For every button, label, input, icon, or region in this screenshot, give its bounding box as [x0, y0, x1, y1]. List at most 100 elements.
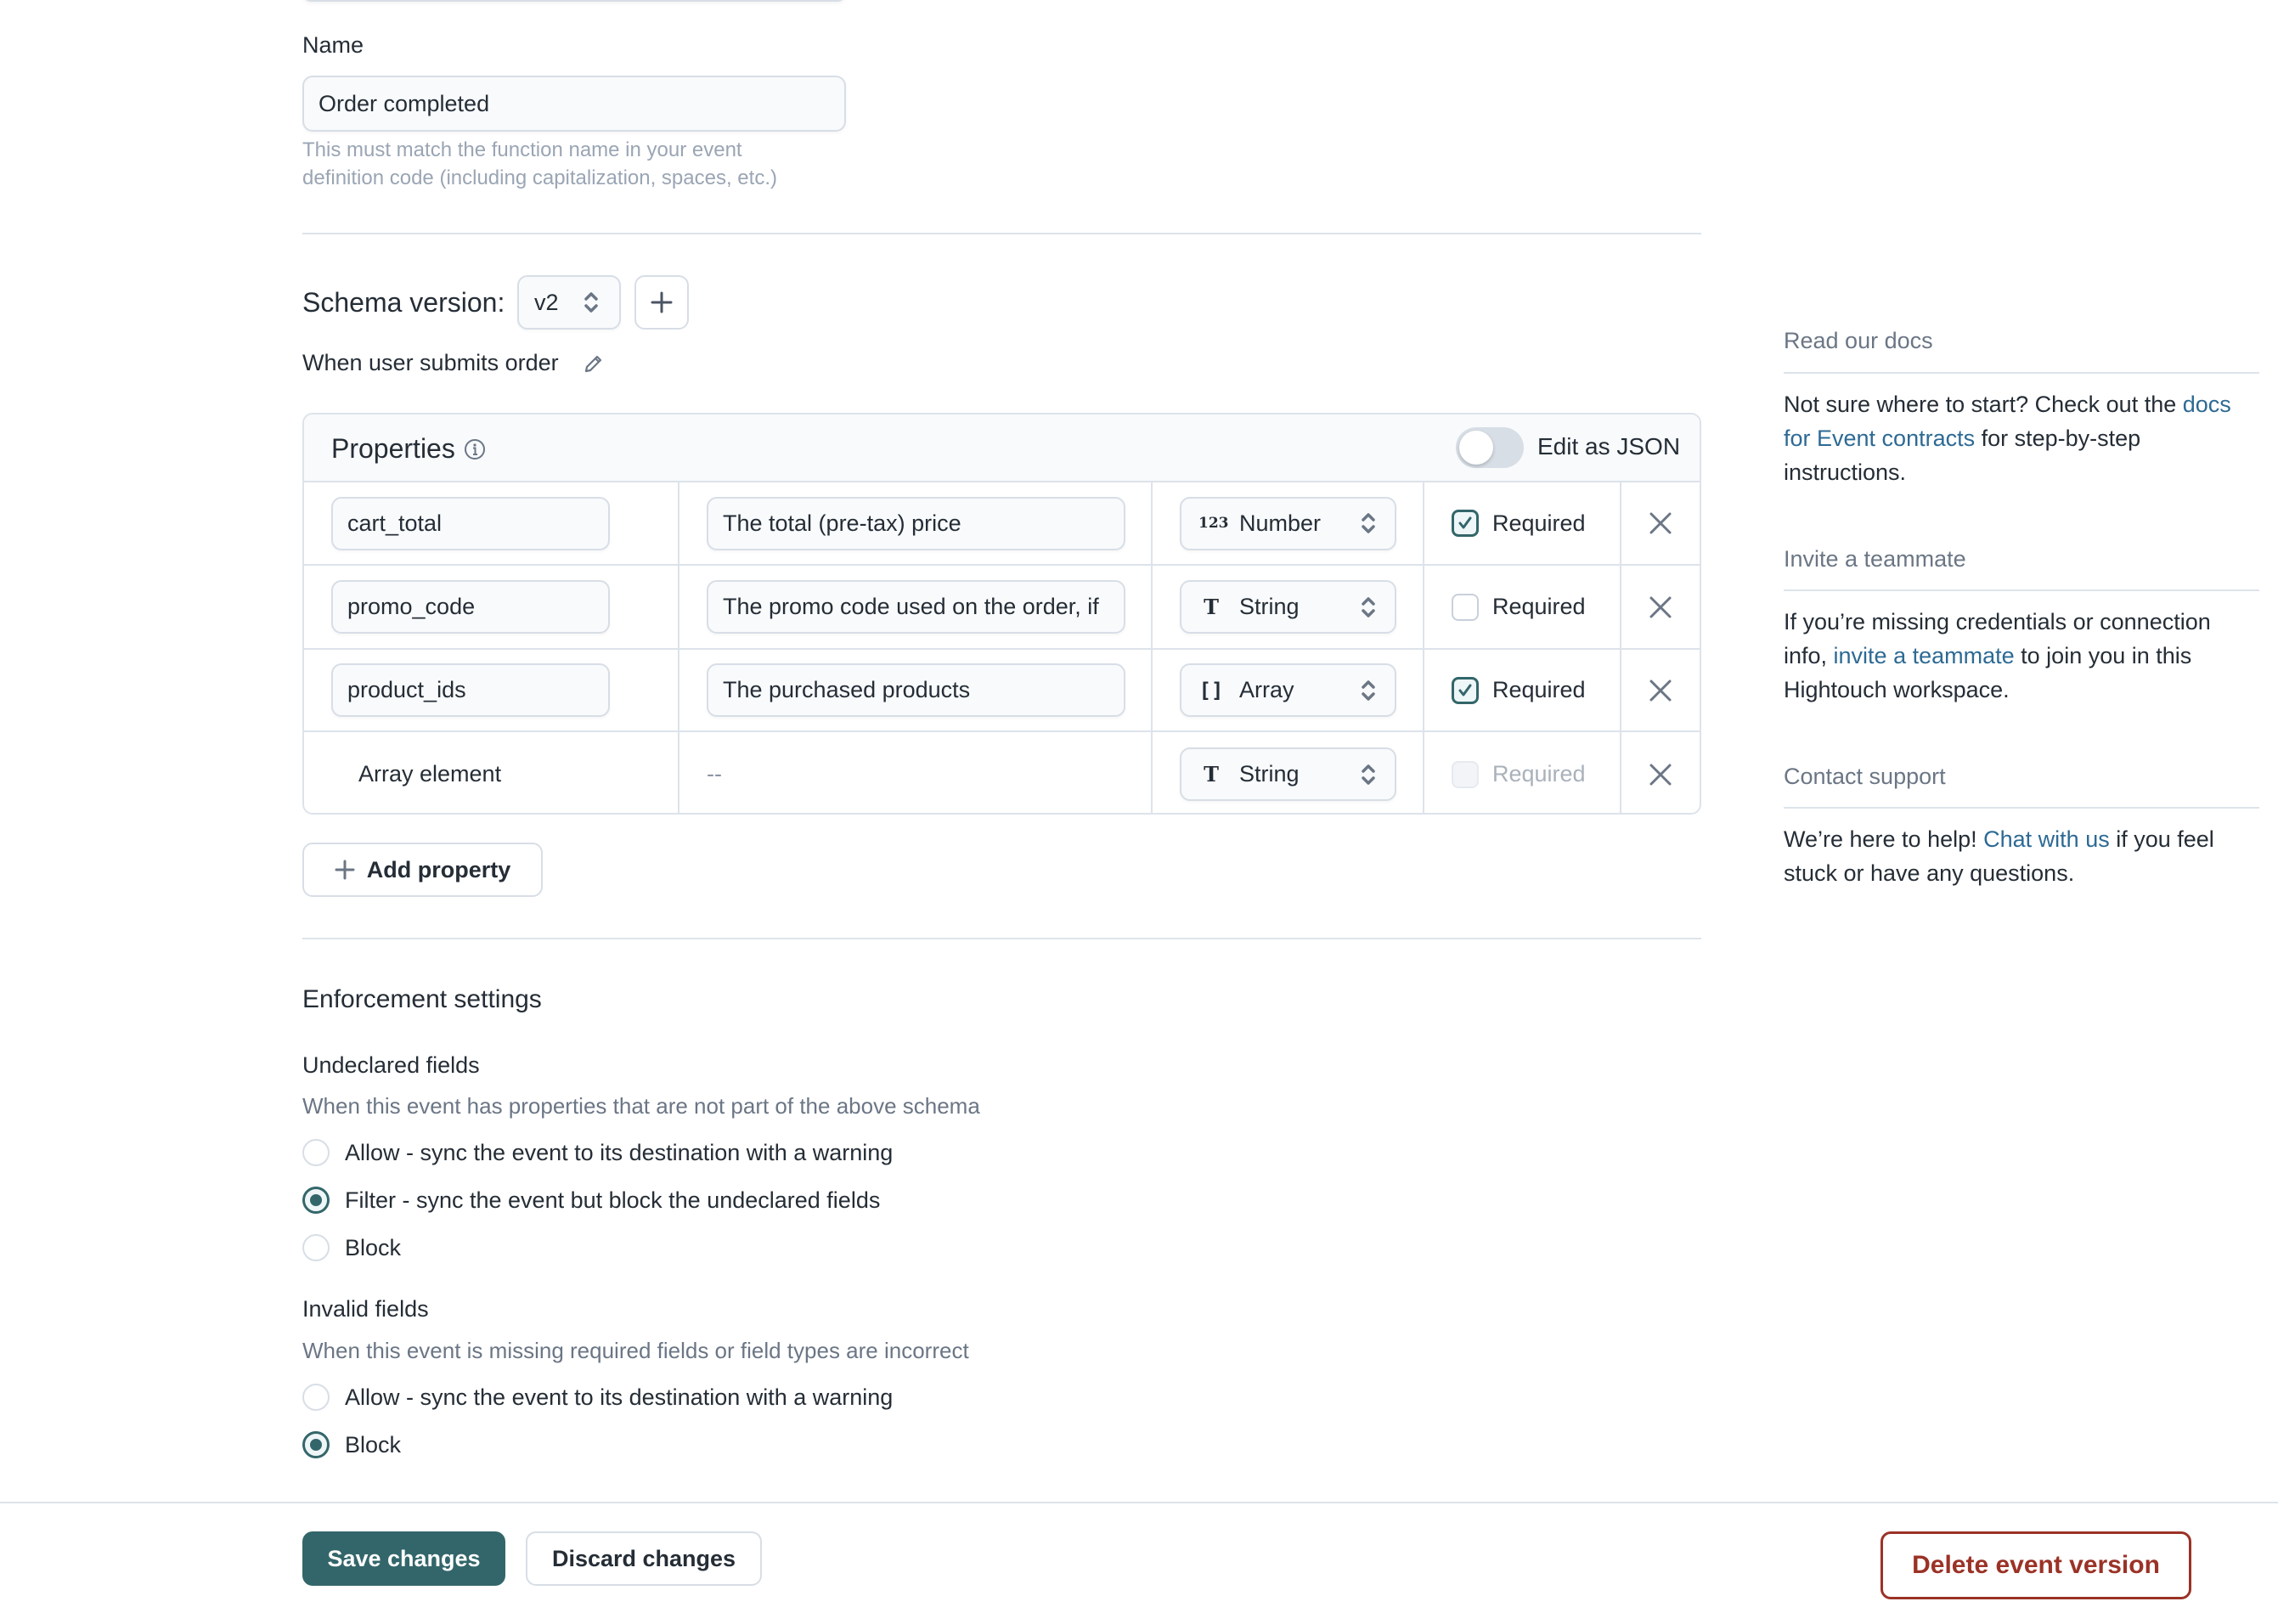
property-name-input[interactable]: promo_code: [331, 580, 610, 634]
save-changes-button[interactable]: Save changes: [302, 1531, 505, 1586]
checkmark-icon: [1458, 684, 1472, 696]
property-description-input[interactable]: The total (pre-tax) price: [707, 496, 1125, 550]
undeclared-option-filter[interactable]: Filter - sync the event but block the un…: [302, 1187, 880, 1214]
property-type-value: Array: [1239, 677, 1294, 702]
section-divider: [302, 938, 1701, 939]
properties-table: Properties Edit as JSON cart_total The t…: [302, 413, 1701, 815]
chevron-up-down-icon: [1362, 596, 1375, 617]
undeclared-fields-title: Undeclared fields: [302, 1052, 480, 1078]
checkmark-icon: [1458, 516, 1472, 529]
support-text-before: We’re here to help!: [1784, 826, 1984, 852]
chat-link[interactable]: Chat with us: [1983, 826, 2110, 852]
required-checkbox[interactable]: [1452, 510, 1479, 537]
schema-description-row: When user submits order: [302, 350, 605, 376]
option-label: Allow - sync the event to its destinatio…: [345, 1139, 894, 1165]
radio-button[interactable]: [302, 1384, 330, 1411]
pencil-icon[interactable]: [583, 352, 605, 375]
previous-field-input[interactable]: [302, 0, 846, 2]
array-element-name: Array element: [358, 761, 502, 787]
docs-text-before: Not sure where to start? Check out the: [1784, 392, 2183, 417]
property-name-input[interactable]: cart_total: [331, 496, 610, 550]
property-name-input[interactable]: product_ids: [331, 663, 610, 717]
radio-button-selected[interactable]: [302, 1431, 330, 1458]
invite-link[interactable]: invite a teammate: [1834, 643, 2015, 668]
edit-as-json-toggle[interactable]: [1456, 427, 1524, 468]
discard-changes-button[interactable]: Discard changes: [526, 1531, 762, 1586]
property-row: product_ids The purchased products [] Arr…: [304, 650, 1700, 732]
undeclared-option-allow[interactable]: Allow - sync the event to its destinatio…: [302, 1139, 893, 1166]
invalid-fields-title: Invalid fields: [302, 1296, 429, 1322]
radio-button[interactable]: [302, 1139, 330, 1166]
support-text: We’re here to help! Chat with us if you …: [1784, 822, 2259, 890]
name-input[interactable]: Order completed: [302, 76, 846, 132]
info-icon[interactable]: [464, 438, 486, 460]
footer-divider: [0, 1502, 2278, 1503]
properties-title: Properties: [331, 433, 486, 465]
chevron-up-down-icon: [584, 292, 598, 313]
add-property-button[interactable]: Add property: [302, 843, 543, 897]
number-type-icon: 123: [1198, 515, 1229, 532]
docs-text: Not sure where to start? Check out the d…: [1784, 387, 2259, 489]
property-type-select[interactable]: [] Array: [1180, 663, 1396, 717]
schema-version-value: v2: [534, 289, 559, 315]
property-type-select[interactable]: T String: [1180, 580, 1396, 634]
close-icon[interactable]: [1649, 679, 1672, 702]
property-type-select[interactable]: T String: [1180, 747, 1396, 801]
invalid-option-allow[interactable]: Allow - sync the event to its destinatio…: [302, 1384, 893, 1411]
required-checkbox[interactable]: [1452, 593, 1479, 621]
name-help-text: This must match the function name in you…: [302, 138, 777, 189]
delete-event-version-button[interactable]: Delete event version: [1880, 1531, 2191, 1599]
property-type-select[interactable]: 123 Number: [1180, 496, 1396, 550]
chevron-up-down-icon: [1362, 679, 1375, 701]
schema-description: When user submits order: [302, 350, 559, 375]
invalid-option-block[interactable]: Block: [302, 1431, 401, 1458]
invite-heading: Invite a teammate: [1784, 546, 1966, 572]
plus-icon: [335, 860, 355, 880]
schema-version-label: Schema version:: [302, 287, 505, 318]
edit-as-json-label: Edit as JSON: [1537, 433, 1681, 460]
required-checkbox[interactable]: [1452, 676, 1479, 704]
required-label: Required: [1492, 761, 1586, 787]
property-description-input[interactable]: The promo code used on the order, if: [707, 580, 1125, 634]
option-label: Filter - sync the event but block the un…: [345, 1187, 881, 1213]
plus-icon: [651, 291, 673, 313]
properties-header: Properties Edit as JSON: [304, 414, 1700, 482]
sidebar-divider: [1784, 807, 2259, 809]
array-element-description: --: [707, 761, 722, 787]
property-type-value: String: [1239, 594, 1300, 619]
array-element-row: Array element -- T String Required: [304, 732, 1700, 813]
option-label: Block: [345, 1234, 402, 1260]
undeclared-fields-description: When this event has properties that are …: [302, 1093, 980, 1119]
sidebar-divider: [1784, 372, 2259, 374]
name-label: Name: [302, 32, 364, 58]
invalid-fields-description: When this event is missing required fiel…: [302, 1338, 969, 1363]
add-property-label: Add property: [366, 856, 511, 882]
support-heading: Contact support: [1784, 764, 1946, 789]
docs-heading: Read our docs: [1784, 328, 1933, 353]
sidebar-divider: [1784, 589, 2259, 591]
property-row: cart_total The total (pre-tax) price 123…: [304, 482, 1700, 566]
schema-version-select[interactable]: v2: [517, 275, 621, 330]
toggle-knob: [1459, 431, 1493, 465]
chevron-up-down-icon: [1362, 764, 1375, 785]
properties-rows: cart_total The total (pre-tax) price 123…: [304, 482, 1700, 813]
option-label: Block: [345, 1431, 402, 1458]
property-description-input[interactable]: The purchased products: [707, 663, 1125, 717]
undeclared-option-block[interactable]: Block: [302, 1234, 401, 1261]
close-icon[interactable]: [1649, 595, 1672, 619]
invite-text: If you’re missing credentials or connect…: [1784, 605, 2259, 707]
radio-button-selected[interactable]: [302, 1187, 330, 1214]
required-label: Required: [1492, 594, 1586, 619]
required-checkbox-disabled: [1452, 760, 1479, 788]
string-type-icon: T: [1204, 595, 1219, 619]
option-label: Allow - sync the event to its destinatio…: [345, 1384, 894, 1410]
section-divider: [302, 233, 1701, 234]
enforcement-title: Enforcement settings: [302, 985, 542, 1013]
radio-button[interactable]: [302, 1234, 330, 1261]
add-schema-version-button[interactable]: [634, 275, 689, 330]
close-icon[interactable]: [1649, 763, 1672, 787]
chevron-up-down-icon: [1362, 513, 1375, 533]
close-icon[interactable]: [1649, 511, 1672, 535]
property-type-value: Number: [1239, 510, 1322, 536]
property-type-value: String: [1239, 761, 1300, 787]
